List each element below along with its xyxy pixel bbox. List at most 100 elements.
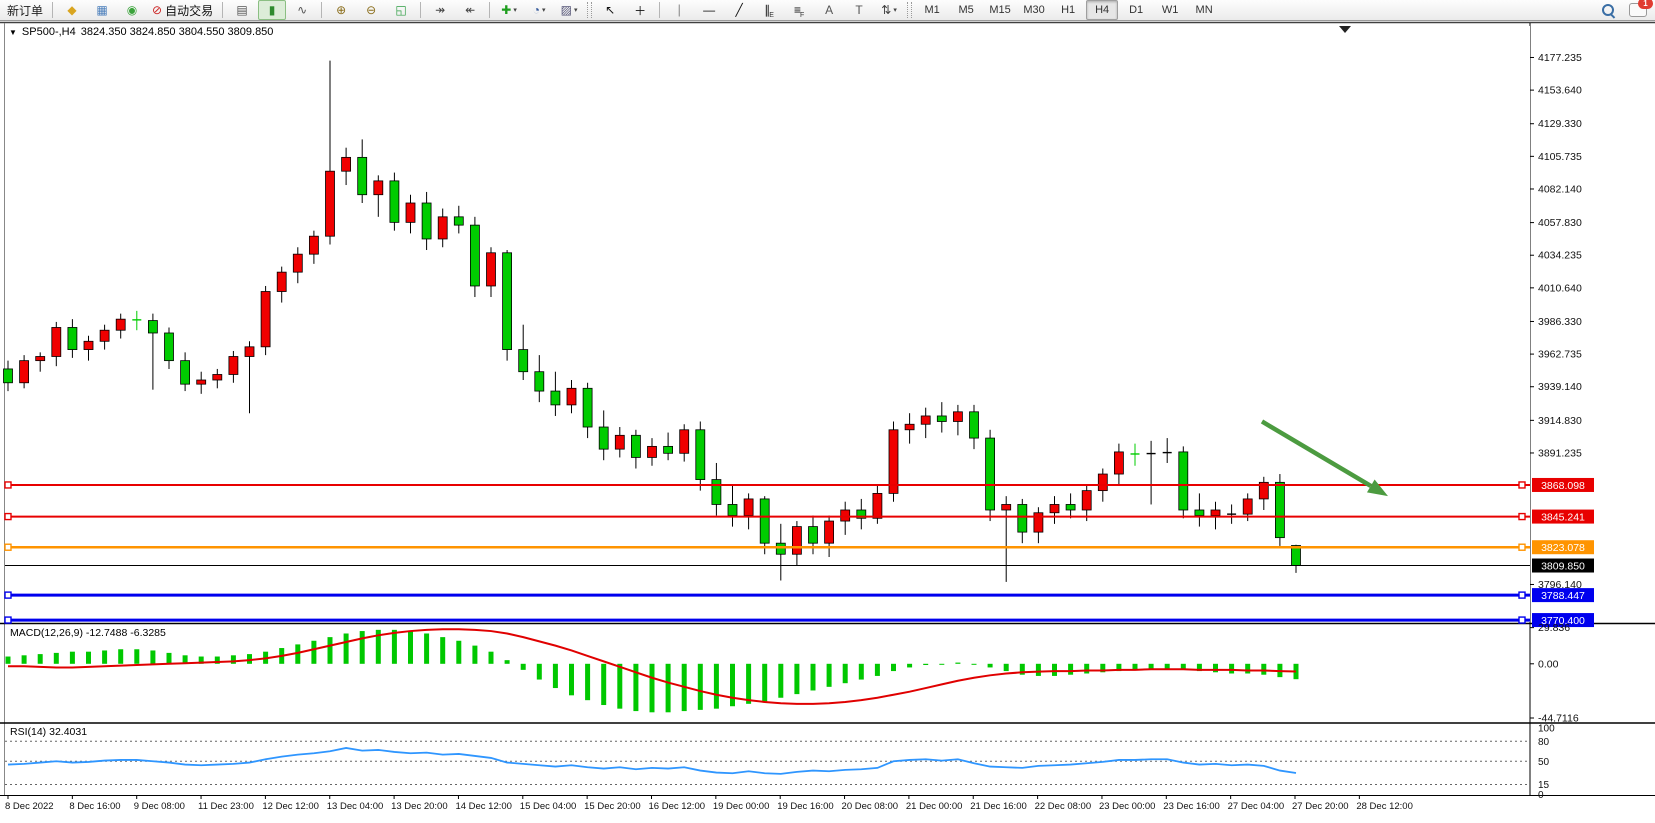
price-tick-label: 3986.330 <box>1538 316 1582 328</box>
terminal-icon-glyph: ▦ <box>96 3 107 17</box>
timeframe-button-m30[interactable]: M30 <box>1018 0 1050 20</box>
price-chip-label: 3809.850 <box>1541 561 1585 573</box>
templates-icon-glyph: ▨ <box>561 3 572 17</box>
price-tick-label: 4082.140 <box>1538 183 1582 195</box>
new-order-button[interactable]: 新订单 <box>3 0 47 20</box>
search-icon[interactable] <box>1594 0 1622 20</box>
fibonacci-icon[interactable]: ≡F <box>785 0 813 20</box>
indicators-icon[interactable]: ✚▾ <box>495 0 523 20</box>
price-chip-label: 3845.241 <box>1541 512 1585 524</box>
arrows-icon-glyph: ⇅ <box>881 3 891 17</box>
cursor-icon-glyph: ↖ <box>605 3 615 17</box>
macd-values: -12.7488 -6.3285 <box>86 627 166 639</box>
time-tick-label: 23 Dec 16:00 <box>1163 801 1220 812</box>
line-chart-icon-glyph: ∿ <box>297 3 307 17</box>
candlestick-chart-icon[interactable]: ▮ <box>258 0 286 20</box>
chart-ohlc-values: 3824.350 3824.850 3804.550 3809.850 <box>81 26 274 38</box>
macd-tick-label: 0.00 <box>1538 658 1559 670</box>
horizontal-line-icon[interactable]: — <box>695 0 723 20</box>
crosshair-icon[interactable]: ＋ <box>626 0 654 20</box>
price-tick-label: 3939.140 <box>1538 381 1582 393</box>
timeframe-button-d1[interactable]: D1 <box>1120 0 1152 20</box>
trendline-icon-glyph: ╱ <box>735 3 742 17</box>
line-chart-icon[interactable]: ∿ <box>288 0 316 20</box>
timeframe-button-m1[interactable]: M1 <box>916 0 948 20</box>
chart-shift-icon-glyph: ↞ <box>465 3 475 17</box>
periods-clock-icon[interactable]: ◔▾ <box>525 0 553 20</box>
fibonacci-icon-sub: F <box>800 12 804 19</box>
zoom-in-icon[interactable]: ⊕ <box>327 0 355 20</box>
chart-shift-icon[interactable]: ↞ <box>456 0 484 20</box>
timeframe-button-m5[interactable]: M5 <box>950 0 982 20</box>
autotrading-button-label: 自动交易 <box>165 2 213 19</box>
text-label-icon[interactable]: T <box>845 0 873 20</box>
text-label-icon-glyph: T <box>855 3 862 17</box>
dropdown-caret-icon: ▾ <box>574 6 578 14</box>
chart-symbol-period: SP500-,H4 <box>22 26 76 38</box>
mt4-window: { "toolbar": { "items": [ {"n":"new-orde… <box>0 0 1655 823</box>
new-order-button-label: 新订单 <box>7 2 43 19</box>
price-tick-label: 3914.830 <box>1538 415 1582 427</box>
time-tick-label: 13 Dec 04:00 <box>327 801 384 812</box>
rsi-label: RSI(14) 32.4031 <box>10 726 87 738</box>
time-tick-label: 21 Dec 16:00 <box>970 801 1027 812</box>
horizontal-line-icon-glyph: — <box>703 3 715 17</box>
signals-icon[interactable]: ◉ <box>118 0 146 20</box>
notification-badge: 1 <box>1638 0 1653 9</box>
cursor-icon[interactable]: ↖ <box>596 0 624 20</box>
rsi-tick-label: 0 <box>1538 790 1544 801</box>
chart-canvas[interactable]: 4177.2354153.6404129.3304105.7354082.140… <box>0 0 1655 823</box>
timeframe-button-mn[interactable]: MN <box>1188 0 1220 20</box>
timeframe-button-h1[interactable]: H1 <box>1052 0 1084 20</box>
chat-bubble-glyph: 1 <box>1629 3 1647 17</box>
candlestick-chart-icon-glyph: ▮ <box>269 3 276 17</box>
tile-windows-icon-glyph: ◱ <box>395 3 406 17</box>
time-tick-label: 9 Dec 08:00 <box>134 801 185 812</box>
time-tick-label: 15 Dec 04:00 <box>520 801 577 812</box>
templates-icon[interactable]: ▨▾ <box>555 0 583 20</box>
market-watch-icon[interactable]: ◆ <box>58 0 86 20</box>
time-tick-label: 20 Dec 08:00 <box>842 801 899 812</box>
vertical-line-icon[interactable]: ｜ <box>665 0 693 20</box>
market-watch-icon-glyph: ◆ <box>67 3 76 17</box>
notifications-icon[interactable]: 1 <box>1624 0 1652 20</box>
price-tick-label: 3891.235 <box>1538 447 1582 459</box>
time-tick-label: 27 Dec 04:00 <box>1228 801 1285 812</box>
text-icon[interactable]: A <box>815 0 843 20</box>
time-tick-label: 19 Dec 16:00 <box>777 801 834 812</box>
time-tick-label: 13 Dec 20:00 <box>391 801 448 812</box>
indicators-icon-glyph: ✚ <box>501 3 511 17</box>
periods-clock-icon-glyph: ◔ <box>533 3 540 17</box>
time-tick-label: 8 Dec 16:00 <box>69 801 120 812</box>
dropdown-caret-icon: ▾ <box>893 6 897 14</box>
chart-menu-icon[interactable]: ▼ <box>9 28 17 37</box>
zoom-out-icon-glyph: ⊖ <box>366 3 376 17</box>
crosshair-icon-glyph: ＋ <box>634 2 646 19</box>
trendline-icon[interactable]: ╱ <box>725 0 753 20</box>
autotrading-button[interactable]: ⊘自动交易 <box>148 0 217 20</box>
zoom-out-icon[interactable]: ⊖ <box>357 0 385 20</box>
equidistant-channel-icon[interactable]: ∥E <box>755 0 783 20</box>
price-tick-label: 4034.235 <box>1538 250 1582 262</box>
terminal-icon[interactable]: ▦ <box>88 0 116 20</box>
auto-scroll-icon[interactable]: ↠ <box>426 0 454 20</box>
price-chip-label: 3788.447 <box>1541 590 1585 602</box>
dropdown-caret-icon: ▾ <box>513 6 517 14</box>
arrows-icon[interactable]: ⇅▾ <box>875 0 903 20</box>
time-tick-label: 11 Dec 23:00 <box>198 801 254 812</box>
timeframe-button-h4[interactable]: H4 <box>1086 0 1118 20</box>
zoom-in-icon-glyph: ⊕ <box>336 3 346 17</box>
price-chip-label: 3868.098 <box>1541 480 1585 492</box>
toolbar-separator <box>52 2 53 18</box>
time-tick-label: 27 Dec 20:00 <box>1292 801 1349 812</box>
toolbar-separator <box>321 2 322 18</box>
price-tick-label: 4105.735 <box>1538 151 1582 163</box>
timeframe-button-m15[interactable]: M15 <box>984 0 1016 20</box>
toolbar-grip <box>587 2 592 18</box>
bar-chart-icon[interactable]: ▤ <box>228 0 256 20</box>
tile-windows-icon[interactable]: ◱ <box>387 0 415 20</box>
bar-chart-icon-glyph: ▤ <box>236 3 247 17</box>
timeframe-button-w1[interactable]: W1 <box>1154 0 1186 20</box>
price-tick-label: 3962.735 <box>1538 349 1582 361</box>
rsi-value: 32.4031 <box>49 726 87 738</box>
